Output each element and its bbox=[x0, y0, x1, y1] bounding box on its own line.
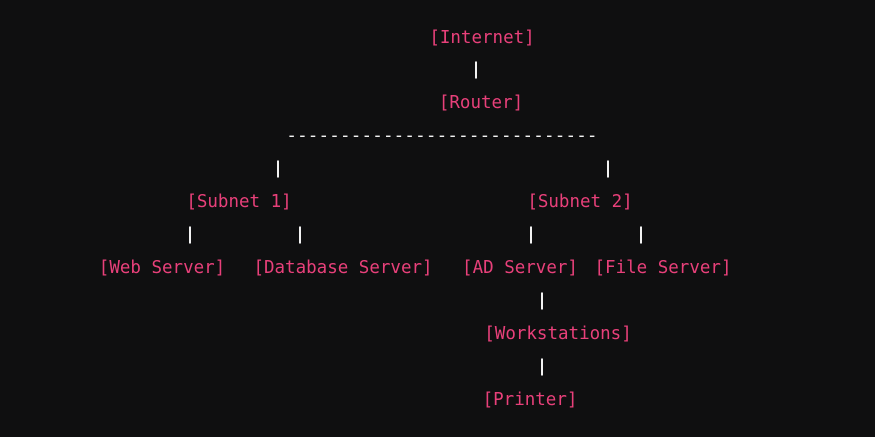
node-subnet-2: [Subnet 2] bbox=[527, 192, 633, 212]
connector-ad-workstations bbox=[541, 292, 543, 310]
connector-subnet1-web bbox=[189, 226, 191, 244]
node-database-server: [Database Server] bbox=[253, 258, 433, 278]
connector-subnet2-file bbox=[640, 226, 642, 244]
connector-subnet1-database bbox=[299, 226, 301, 244]
network-diagram: [Internet] [Router] --------------------… bbox=[0, 0, 875, 437]
branch-line: ----------------------------- bbox=[286, 126, 598, 146]
node-internet: [Internet] bbox=[429, 28, 535, 48]
node-subnet-1: [Subnet 1] bbox=[186, 192, 292, 212]
node-web-server: [Web Server] bbox=[98, 258, 226, 278]
connector-branch-subnet2 bbox=[607, 160, 609, 178]
connector-subnet2-ad bbox=[530, 226, 532, 244]
node-file-server: [File Server] bbox=[594, 258, 732, 278]
node-workstations: [Workstations] bbox=[484, 324, 632, 344]
connector-internet-router bbox=[475, 61, 477, 79]
connector-workstations-printer bbox=[541, 358, 543, 376]
node-router: [Router] bbox=[438, 93, 524, 113]
node-printer: [Printer] bbox=[482, 390, 578, 410]
connector-branch-subnet1 bbox=[277, 160, 279, 178]
node-ad-server: [AD Server] bbox=[462, 258, 578, 278]
